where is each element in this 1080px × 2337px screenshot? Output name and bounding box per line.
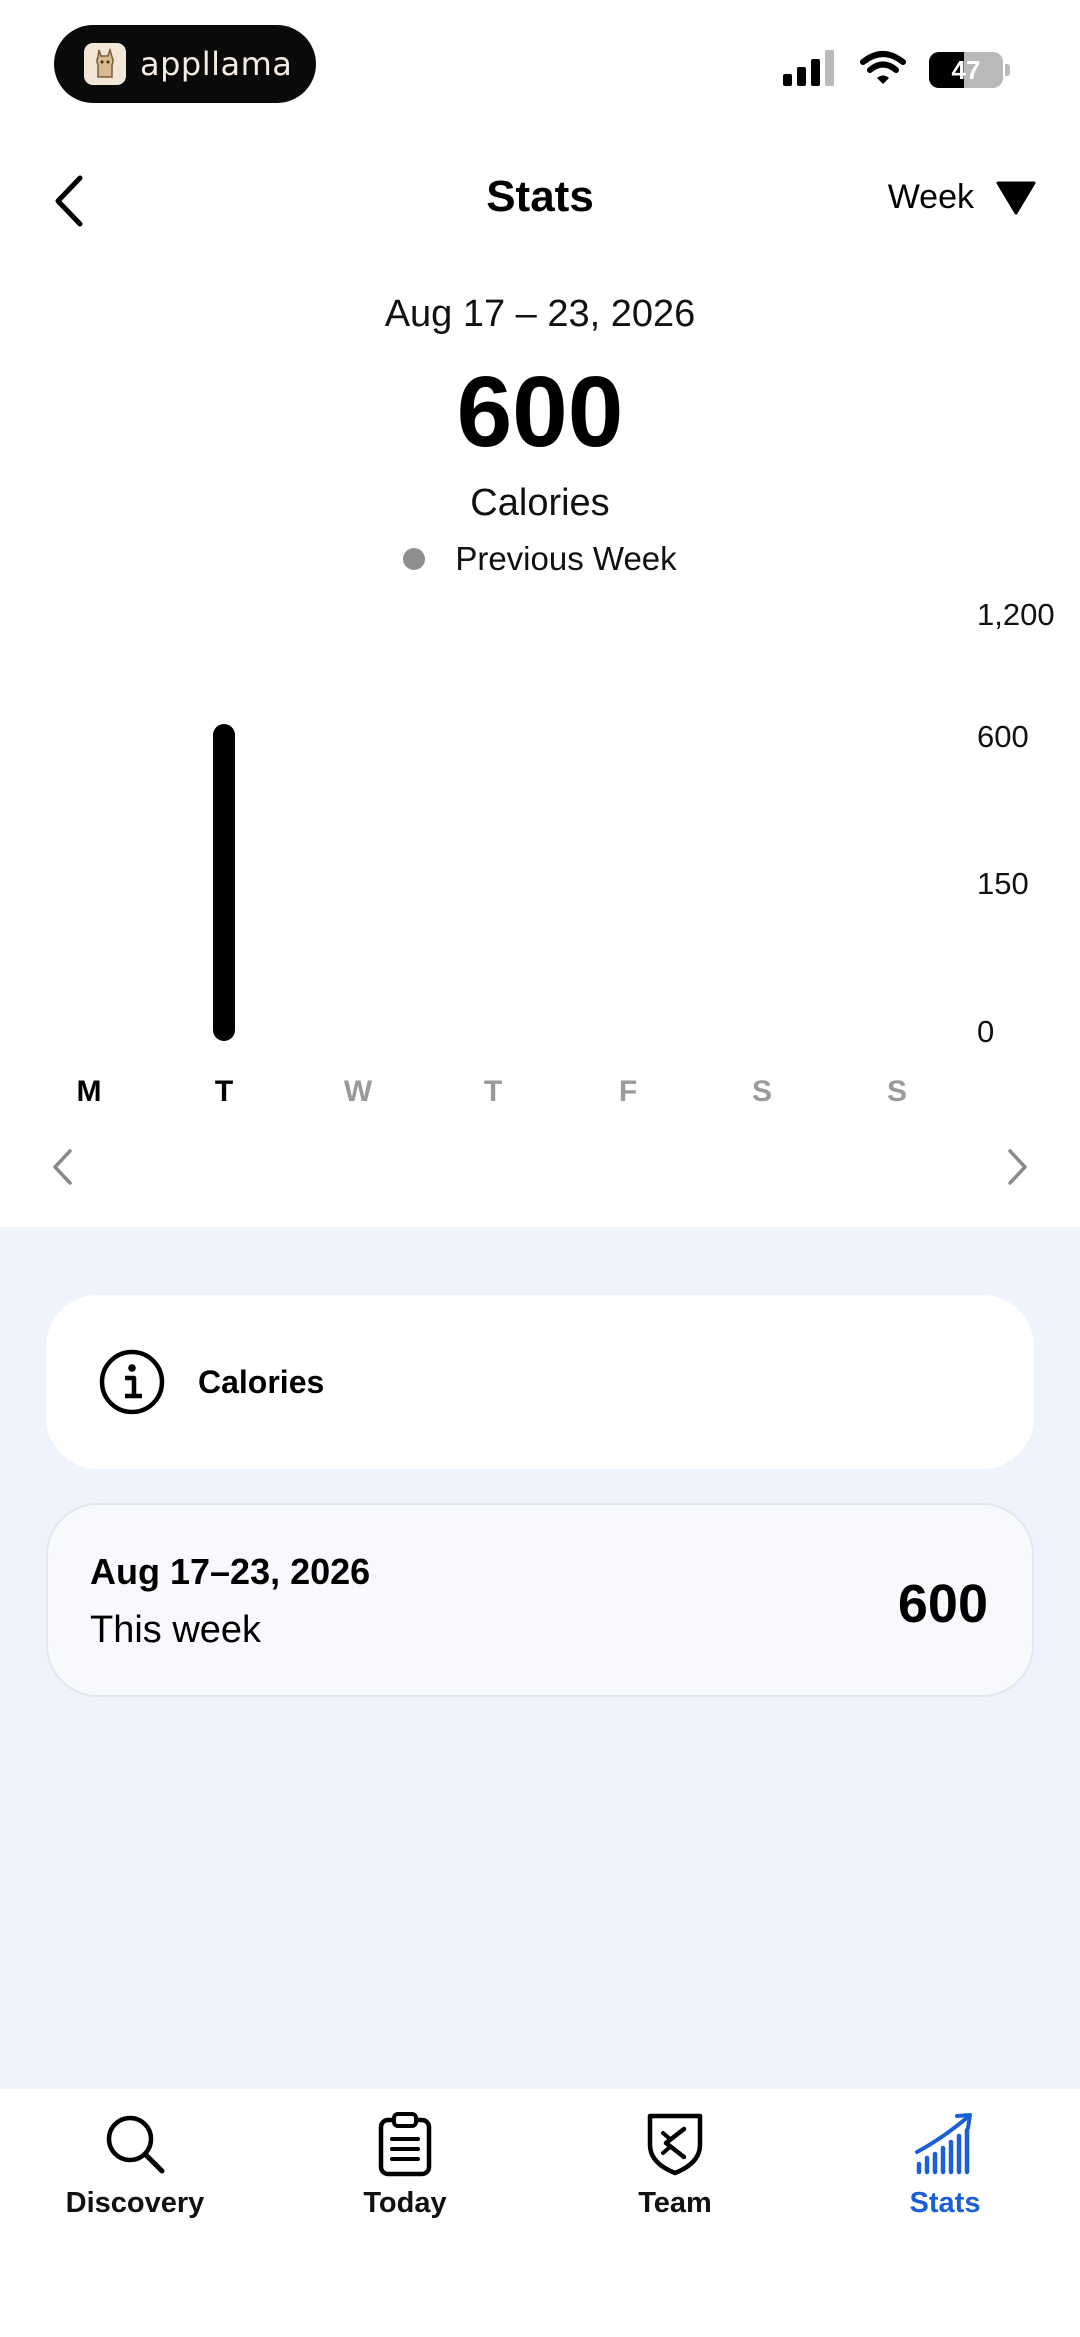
battery-icon: 47 [929, 52, 1003, 88]
y-tick-label: 600 [977, 719, 1029, 754]
legend-label: Previous Week [455, 540, 677, 577]
week-card-value: 600 [897, 1574, 988, 1634]
previous-week-button[interactable] [42, 1142, 82, 1192]
day-label[interactable]: W [328, 1075, 388, 1109]
day-label[interactable]: S [732, 1075, 792, 1109]
clipboard-icon [370, 2109, 440, 2179]
cellular-signal-icon [783, 49, 837, 91]
stats-icon [910, 2109, 980, 2179]
tab-stats[interactable]: Stats [830, 2109, 1060, 2220]
metric-info-card[interactable]: Calories [46, 1295, 1034, 1469]
y-tick-label: 150 [977, 866, 1029, 901]
y-tick-label: 1,200 [977, 597, 1055, 632]
day-label[interactable]: M [59, 1075, 119, 1109]
week-card-subtitle: This week [90, 1609, 262, 1651]
next-week-button[interactable] [998, 1142, 1038, 1192]
status-icons: 47 [783, 49, 1010, 91]
range-selector-label: Week [887, 178, 974, 216]
battery-level: 47 [951, 54, 981, 85]
week-summary-card[interactable]: Aug 17–23, 2026 This week 600 [46, 1503, 1034, 1697]
chevron-right-icon [1008, 1149, 1027, 1185]
range-selector[interactable]: Week [888, 178, 1036, 217]
day-label[interactable]: S [867, 1075, 927, 1109]
y-tick-label: 0 [977, 1014, 994, 1049]
date-range: Aug 17 – 23, 2026 [384, 293, 696, 335]
day-label[interactable]: F [598, 1075, 658, 1109]
tab-label: Discovery [65, 2187, 205, 2219]
info-card-label: Calories [198, 1363, 325, 1400]
app-pill-label: appllama [140, 45, 293, 83]
stats-screen: appllama 47 Stats Week Aug 17 – 23, 2026… [0, 0, 1080, 2337]
llama-logo-icon [84, 43, 126, 85]
triangle-down-icon [996, 181, 1036, 214]
day-labels: MTWTFSS [0, 1075, 1080, 1115]
tab-label: Team [638, 2187, 712, 2219]
tab-discovery[interactable]: Discovery [20, 2109, 250, 2220]
chevron-left-icon [53, 1149, 72, 1185]
tab-label: Stats [909, 2187, 981, 2219]
metric-label: Calories [470, 482, 610, 524]
app-pill[interactable]: appllama [54, 25, 316, 103]
tab-today[interactable]: Today [290, 2109, 520, 2220]
tab-team[interactable]: Team [560, 2109, 790, 2220]
total-value: 600 [456, 356, 624, 468]
info-icon [99, 1349, 165, 1415]
legend[interactable]: Previous Week [0, 540, 1080, 578]
search-icon [100, 2109, 170, 2179]
day-label[interactable]: T [194, 1075, 254, 1109]
shield-icon [640, 2109, 710, 2179]
tab-label: Today [363, 2187, 447, 2219]
legend-dot [403, 548, 426, 570]
week-card-date: Aug 17–23, 2026 [90, 1551, 371, 1592]
day-label[interactable]: T [463, 1075, 523, 1109]
calories-bar-chart: 1,200 600 150 0 [213, 597, 1055, 1049]
wifi-icon [859, 50, 907, 91]
bottom-tab-bar: Discovery Today Team Stats [0, 2089, 1080, 2337]
